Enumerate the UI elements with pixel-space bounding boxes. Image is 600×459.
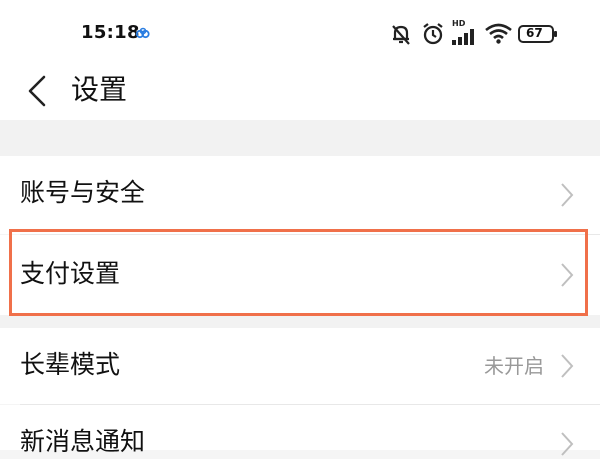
section-gap (0, 315, 600, 328)
settings-item-label: 账号与安全 (20, 178, 146, 207)
mute-bell-icon (392, 25, 410, 45)
chevron-right-icon (561, 263, 574, 287)
chevron-left-icon (28, 75, 46, 107)
chevron-right-icon (561, 354, 574, 378)
cellular-signal-icon (452, 29, 474, 45)
settings-item-new-message-notify[interactable]: 新消息通知 (0, 405, 600, 456)
cloud-icon (135, 27, 150, 39)
page-title: 设置 (71, 73, 128, 106)
battery-level: 67 (526, 26, 543, 40)
app-header: 设置 (0, 66, 600, 120)
settings-item-label: 支付设置 (20, 259, 121, 288)
settings-item-label: 新消息通知 (20, 427, 146, 456)
settings-item-payment[interactable]: 支付设置 (0, 235, 600, 315)
status-time: 15:18 (81, 22, 140, 43)
hd-badge: HD (452, 19, 466, 28)
settings-item-label: 长辈模式 (20, 350, 121, 379)
section-gap (0, 120, 600, 156)
alarm-clock-icon (423, 23, 443, 45)
back-button[interactable] (20, 70, 56, 110)
settings-item-elder-mode[interactable]: 长辈模式 未开启 (0, 328, 600, 404)
settings-item-account-security[interactable]: 账号与安全 (0, 156, 600, 234)
chevron-right-icon (561, 432, 574, 456)
wifi-icon (485, 23, 512, 44)
settings-item-value: 未开启 (484, 354, 544, 378)
chevron-right-icon (561, 183, 574, 207)
status-bar: 15:18 HD 67 (0, 0, 600, 66)
